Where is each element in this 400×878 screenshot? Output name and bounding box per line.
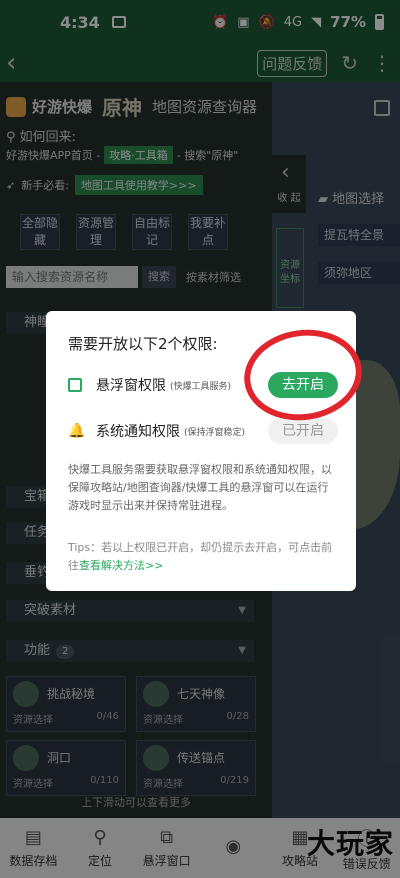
permission-sub: (保持浮窗稳定) bbox=[184, 427, 246, 438]
permission-notification: 🔔 系统通知权限 (保持浮窗稳定) 已开启 bbox=[68, 417, 338, 445]
dialog-description: 快爆工具服务需要获取悬浮窗权限和系统通知权限，以保障攻略站/地图查询器/快爆工具… bbox=[68, 463, 332, 512]
notification-enabled-button: 已开启 bbox=[268, 418, 338, 444]
dialog-title: 需要开放以下2个权限: bbox=[68, 335, 218, 353]
permission-sub: (快爆工具服务) bbox=[170, 381, 232, 392]
window-icon bbox=[68, 378, 82, 392]
permission-name: 悬浮窗权限 bbox=[96, 378, 166, 394]
solution-link[interactable]: 查看解决方法>> bbox=[79, 559, 163, 572]
permission-name: 系统通知权限 bbox=[96, 424, 180, 440]
bell-icon: 🔔 bbox=[68, 423, 86, 439]
dialog-tips: Tips：若以上权限已开启，却仍提示去开启，可点击前往查看解决方法>> bbox=[68, 539, 336, 575]
